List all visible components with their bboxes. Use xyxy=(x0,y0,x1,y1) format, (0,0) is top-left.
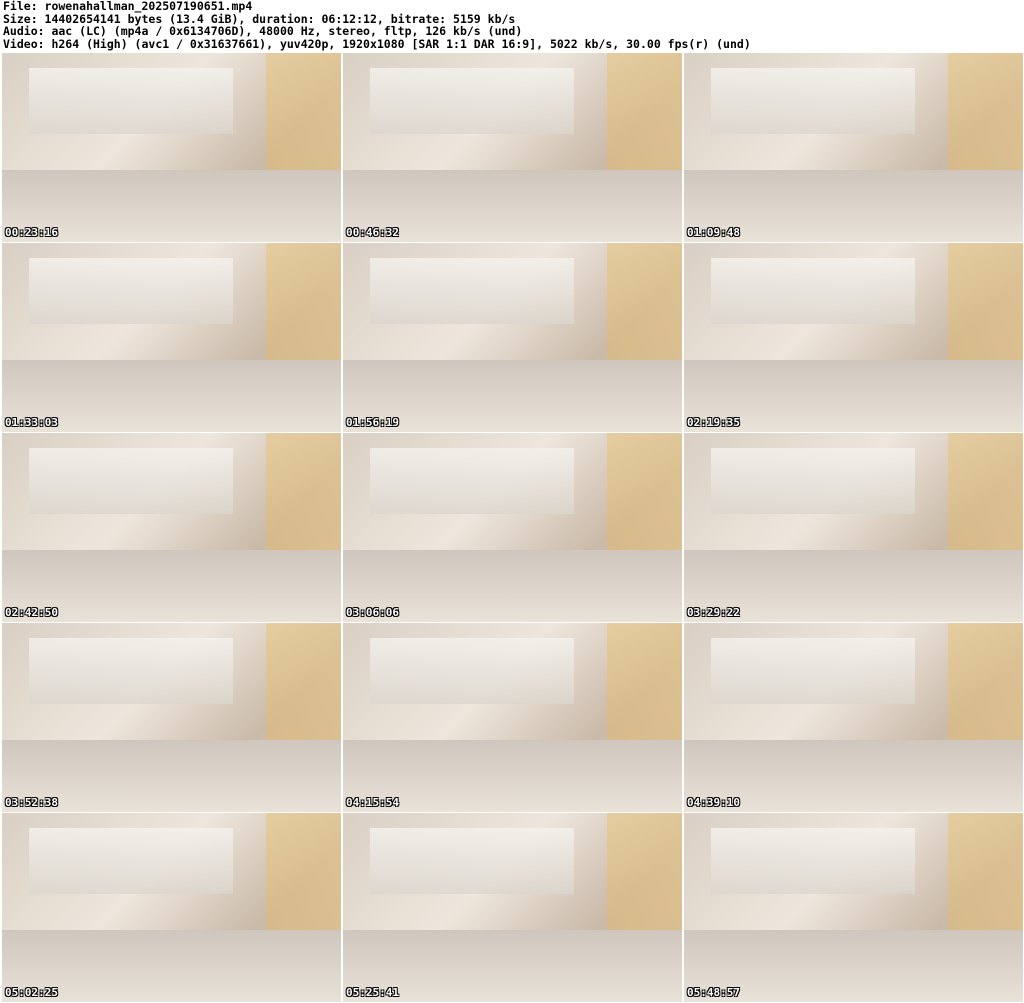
window-placeholder xyxy=(370,258,574,325)
window-placeholder xyxy=(370,68,574,135)
window-placeholder xyxy=(29,68,233,135)
window-placeholder xyxy=(711,638,915,705)
video-thumbnail: 04:39:10 xyxy=(684,623,1023,812)
timestamp: 02:42:50 xyxy=(5,606,58,619)
wall-placeholder xyxy=(266,53,341,186)
video-thumbnail: 05:25:41 xyxy=(343,813,682,1002)
timestamp: 02:19:35 xyxy=(687,416,740,429)
timestamp: 01:09:48 xyxy=(687,226,740,239)
wall-placeholder xyxy=(948,813,1023,946)
video-thumbnail: 01:33:03 xyxy=(2,243,341,432)
file-info-header: File: rowenahallman_202507190651.mp4 Siz… xyxy=(3,0,751,50)
timestamp: 03:29:22 xyxy=(687,606,740,619)
window-placeholder xyxy=(29,448,233,515)
wall-placeholder xyxy=(948,243,1023,376)
video-thumbnail: 00:46:32 xyxy=(343,53,682,242)
window-placeholder xyxy=(711,68,915,135)
timestamp: 05:02:25 xyxy=(5,986,58,999)
video-thumbnail: 04:15:54 xyxy=(343,623,682,812)
wall-placeholder xyxy=(948,433,1023,566)
window-placeholder xyxy=(711,258,915,325)
video-thumbnail: 03:29:22 xyxy=(684,433,1023,622)
timestamp: 05:25:41 xyxy=(346,986,399,999)
video-thumbnail: 00:23:16 xyxy=(2,53,341,242)
timestamp: 04:15:54 xyxy=(346,796,399,809)
timestamp: 04:39:10 xyxy=(687,796,740,809)
audio-info: Audio: aac (LC) (mp4a / 0x6134706D), 480… xyxy=(3,24,523,39)
window-placeholder xyxy=(29,638,233,705)
video-thumbnail: 03:52:38 xyxy=(2,623,341,812)
wall-placeholder xyxy=(607,623,682,756)
timestamp: 05:48:57 xyxy=(687,986,740,999)
wall-placeholder xyxy=(948,53,1023,186)
timestamp: 00:23:16 xyxy=(5,226,58,239)
window-placeholder xyxy=(370,638,574,705)
wall-placeholder xyxy=(266,623,341,756)
window-placeholder xyxy=(711,448,915,515)
file-name: File: rowenahallman_202507190651.mp4 xyxy=(3,0,253,13)
window-placeholder xyxy=(29,258,233,325)
wall-placeholder xyxy=(266,813,341,946)
timestamp: 00:46:32 xyxy=(346,226,399,239)
video-thumbnail: 03:06:06 xyxy=(343,433,682,622)
video-thumbnail: 02:19:35 xyxy=(684,243,1023,432)
window-placeholder xyxy=(370,828,574,895)
video-thumbnail: 05:48:57 xyxy=(684,813,1023,1002)
window-placeholder xyxy=(370,448,574,515)
wall-placeholder xyxy=(607,433,682,566)
video-thumbnail: 02:42:50 xyxy=(2,433,341,622)
video-thumbnail: 01:56:19 xyxy=(343,243,682,432)
timestamp: 01:56:19 xyxy=(346,416,399,429)
thumbnail-grid: 00:23:16 00:46:32 01:09:48 01:33:03 01:56:19… xyxy=(2,53,1023,1002)
video-thumbnail: 05:02:25 xyxy=(2,813,341,1002)
window-placeholder xyxy=(29,828,233,895)
video-thumbnail: 01:09:48 xyxy=(684,53,1023,242)
wall-placeholder xyxy=(607,813,682,946)
wall-placeholder xyxy=(607,53,682,186)
window-placeholder xyxy=(711,828,915,895)
wall-placeholder xyxy=(266,243,341,376)
timestamp: 03:06:06 xyxy=(346,606,399,619)
wall-placeholder xyxy=(607,243,682,376)
timestamp: 01:33:03 xyxy=(5,416,58,429)
timestamp: 03:52:38 xyxy=(5,796,58,809)
video-info: Video: h264 (High) (avc1 / 0x31637661), … xyxy=(3,36,751,51)
wall-placeholder xyxy=(948,623,1023,756)
wall-placeholder xyxy=(266,433,341,566)
